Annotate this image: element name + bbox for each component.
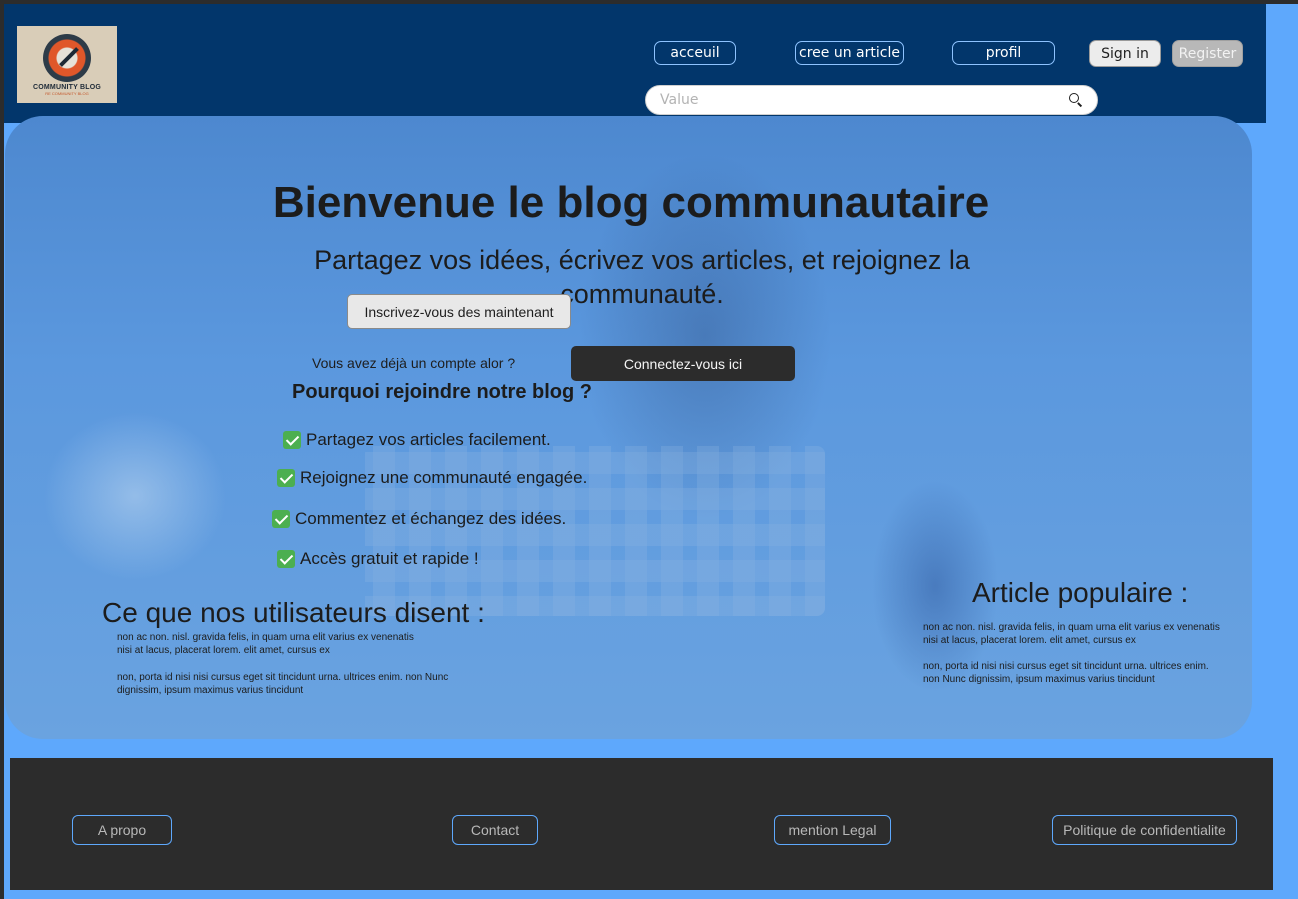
why-join-heading: Pourquoi rejoindre notre blog ? bbox=[292, 381, 592, 403]
search-icon[interactable] bbox=[1069, 93, 1083, 107]
check-mark-icon bbox=[283, 431, 301, 449]
search-placeholder: Value bbox=[660, 92, 699, 108]
benefit-item: Rejoignez une communauté engagée. bbox=[277, 468, 587, 488]
benefit-item: Commentez et échangez des idées. bbox=[272, 509, 566, 529]
header-side-strip bbox=[1266, 4, 1290, 123]
nav-create-article-button[interactable]: cree un article bbox=[795, 41, 904, 65]
footer-legal-link[interactable]: mention Legal bbox=[774, 815, 891, 845]
footer-contact-link[interactable]: Contact bbox=[452, 815, 538, 845]
hero-title: Bienvenue le blog communautaire bbox=[272, 178, 990, 227]
benefit-item: Partagez vos articles facilement. bbox=[283, 430, 551, 450]
pen-logo-icon bbox=[43, 33, 91, 82]
search-input[interactable]: Value bbox=[645, 85, 1098, 115]
benefit-text: Accès gratuit et rapide ! bbox=[300, 549, 479, 568]
nav-profil-button[interactable]: profil bbox=[952, 41, 1055, 65]
signup-now-button[interactable]: Inscrivez-vous des maintenant bbox=[347, 294, 571, 329]
popular-article-heading: Article populaire : bbox=[972, 577, 1189, 608]
site-logo[interactable]: COMMUNITY BLOG RE COMMUNITY BLOG bbox=[17, 26, 117, 103]
nav-acceuil-button[interactable]: acceuil bbox=[654, 41, 736, 65]
connect-here-button[interactable]: Connectez-vous ici bbox=[571, 346, 795, 381]
benefit-text: Partagez vos articles facilement. bbox=[306, 430, 551, 449]
sign-in-button[interactable]: Sign in bbox=[1089, 40, 1161, 67]
check-mark-icon bbox=[277, 469, 295, 487]
benefit-item: Accès gratuit et rapide ! bbox=[277, 549, 479, 569]
check-mark-icon bbox=[277, 550, 295, 568]
popular-article-text: non ac non. nisl. gravida felis, in quam… bbox=[923, 622, 1220, 646]
testimonials-heading: Ce que nos utilisateurs disent : bbox=[102, 597, 485, 628]
testimonial-text: non ac non. nisl. gravida felis, in quam… bbox=[117, 632, 414, 656]
benefit-text: Commentez et échangez des idées. bbox=[295, 509, 567, 528]
benefit-text: Rejoignez une communauté engagée. bbox=[300, 468, 588, 487]
account-question-text: Vous avez déjà un compte alor ? bbox=[312, 355, 516, 371]
register-button[interactable]: Register bbox=[1172, 40, 1243, 67]
testimonial-text: non, porta id nisi nisi cursus eget sit … bbox=[117, 672, 449, 696]
logo-title: COMMUNITY BLOG bbox=[32, 83, 101, 91]
logo-subtitle: RE COMMUNITY BLOG bbox=[45, 90, 89, 96]
footer-about-link[interactable]: A propo bbox=[72, 815, 172, 845]
check-mark-icon bbox=[272, 510, 290, 528]
footer-privacy-link[interactable]: Politique de confidentialite bbox=[1052, 815, 1237, 845]
popular-article-text: non, porta id nisi nisi cursus eget sit … bbox=[923, 661, 1209, 685]
